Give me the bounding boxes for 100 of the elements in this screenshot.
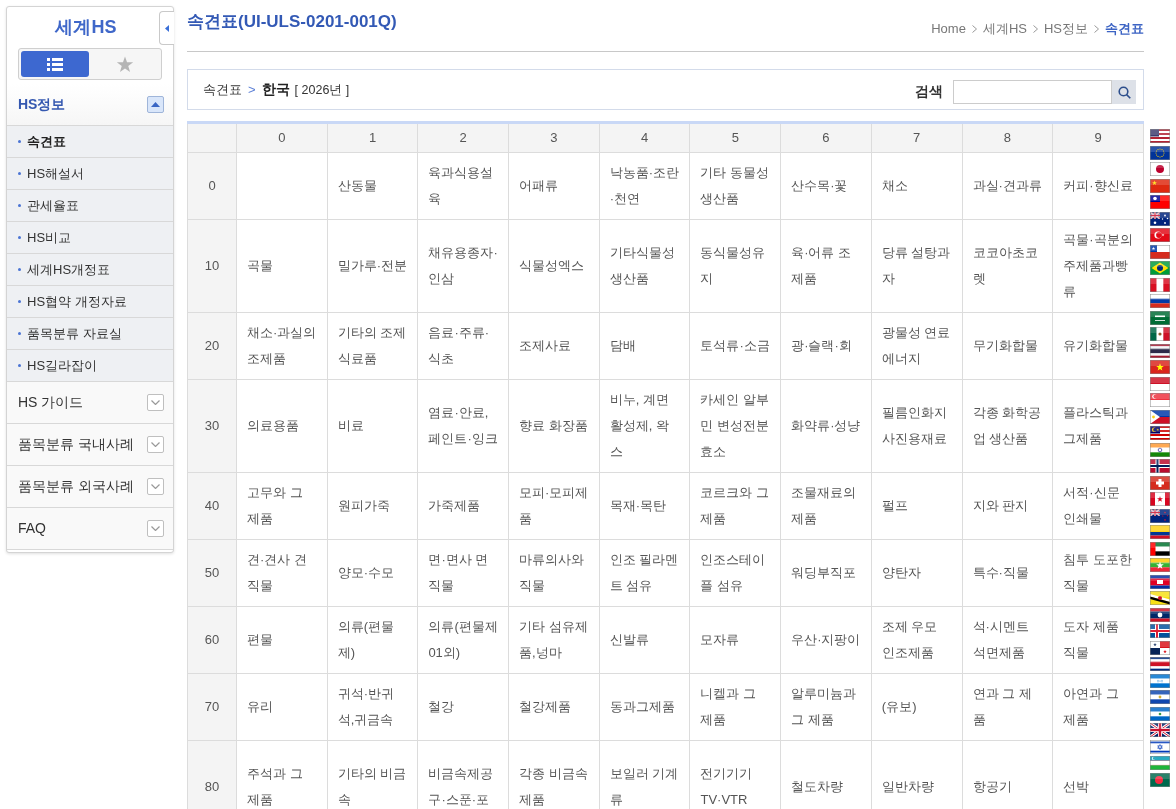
eu-flag-icon[interactable] <box>1150 145 1170 160</box>
menu-header[interactable]: HS정보 <box>7 84 173 126</box>
column-heading: 9 <box>1052 122 1144 153</box>
norway-flag-icon[interactable] <box>1150 459 1170 473</box>
peru-flag-icon[interactable] <box>1150 277 1170 292</box>
year-label: [ 2026년 ] <box>294 82 350 99</box>
toggle-button[interactable] <box>147 96 164 113</box>
column-heading: 0 <box>236 122 328 153</box>
united-kingdom-flag-icon[interactable] <box>1150 723 1170 737</box>
row-heading: 60 <box>187 606 237 674</box>
switzerland-flag-icon[interactable] <box>1150 475 1170 490</box>
usa-flag-icon[interactable] <box>1150 129 1170 143</box>
indonesia-flag-icon[interactable] <box>1150 376 1170 391</box>
el-salvador-flag-icon[interactable] <box>1150 690 1170 704</box>
chevron-down-icon <box>151 526 160 531</box>
taiwan-flag-icon[interactable] <box>1150 195 1170 209</box>
toggle-button[interactable] <box>147 394 164 411</box>
bullet-icon <box>18 140 21 143</box>
malaysia-flag-icon[interactable] <box>1150 426 1170 440</box>
brunei-flag-icon[interactable] <box>1150 591 1170 605</box>
toggle-button[interactable] <box>147 520 164 537</box>
toggle-button[interactable] <box>147 478 164 495</box>
column-heading: 4 <box>599 122 690 153</box>
thailand-flag-icon[interactable] <box>1150 343 1170 358</box>
canada-flag-icon[interactable] <box>1150 492 1170 506</box>
bullet-icon <box>18 332 21 335</box>
israel-flag-icon[interactable] <box>1150 739 1170 754</box>
cambodia-flag-icon[interactable] <box>1150 574 1170 589</box>
saudi-arabia-flag-icon[interactable] <box>1150 310 1170 325</box>
collapse-sidebar-button[interactable] <box>159 11 174 45</box>
page-title: 속견표(UI-ULS-0201-001Q) <box>187 11 397 33</box>
star-icon <box>116 55 134 73</box>
laos-flag-icon[interactable] <box>1150 607 1170 622</box>
row-heading: 80 <box>187 740 237 809</box>
submenu-link[interactable]: HS길라잡이 <box>7 350 173 382</box>
chevron-right-icon <box>1094 25 1099 33</box>
submenu-link[interactable]: 관세율표 <box>7 190 173 222</box>
bangladesh-flag-icon[interactable] <box>1150 772 1170 787</box>
row-heading: 40 <box>187 472 237 540</box>
column-heading: 1 <box>327 122 418 153</box>
bullet-icon <box>18 268 21 271</box>
japan-flag-icon[interactable] <box>1150 162 1170 176</box>
chile-flag-icon[interactable] <box>1150 244 1170 259</box>
india-flag-icon[interactable] <box>1150 442 1170 457</box>
search-field[interactable] <box>953 80 1112 104</box>
chevron-right-icon <box>1032 25 1038 33</box>
philippines-flag-icon[interactable] <box>1150 409 1170 424</box>
costa-rica-flag-icon[interactable] <box>1150 657 1170 671</box>
new-zealand-flag-icon[interactable] <box>1150 508 1170 523</box>
china-flag-icon[interactable] <box>1150 178 1170 193</box>
breadcrumb-link[interactable]: 속견표 <box>1105 19 1144 39</box>
row-heading: 30 <box>187 379 237 473</box>
bullet-icon <box>18 204 21 207</box>
sidebar-title: 세계HS <box>53 16 118 39</box>
brazil-flag-icon[interactable] <box>1150 261 1170 275</box>
row-heading: 20 <box>187 312 237 380</box>
table-corner-cell <box>187 122 237 153</box>
vietnam-flag-icon[interactable] <box>1150 360 1170 374</box>
row-heading: 70 <box>187 673 237 741</box>
submenu-link[interactable]: HS해설서 <box>7 158 173 190</box>
menu-header[interactable]: 품목분류 국내사례 <box>7 424 173 466</box>
uae-flag-icon[interactable] <box>1150 541 1170 556</box>
russia-flag-icon[interactable] <box>1150 294 1170 308</box>
nicaragua-flag-icon[interactable] <box>1150 706 1170 721</box>
bullet-icon <box>18 172 21 175</box>
singapore-flag-icon[interactable] <box>1150 393 1170 407</box>
submenu-link[interactable]: 속견표 <box>7 126 173 158</box>
submenu-link[interactable]: 품목분류 자료실 <box>7 318 173 350</box>
search-label: 검색 <box>915 82 943 101</box>
colombia-flag-icon[interactable] <box>1150 525 1170 539</box>
toggle-button[interactable] <box>147 436 164 453</box>
panama-flag-icon[interactable] <box>1150 640 1170 655</box>
breadcrumb-link[interactable]: 세계HS <box>982 19 1027 39</box>
menu-header[interactable]: 품목분류 외국사례 <box>7 466 173 508</box>
submenu-link[interactable]: HS비교 <box>7 222 173 254</box>
section-label: 속견표 <box>203 81 242 99</box>
honduras-flag-icon[interactable] <box>1150 673 1170 688</box>
caret-left-icon <box>165 24 169 32</box>
iceland-flag-icon[interactable] <box>1150 624 1170 638</box>
submenu-link[interactable]: 세계HS개정표 <box>7 254 173 286</box>
list-view-tab[interactable] <box>21 51 89 77</box>
turkey-flag-icon[interactable] <box>1150 228 1170 242</box>
list-icon <box>47 57 63 71</box>
bullet-icon <box>18 300 21 303</box>
myanmar-flag-icon[interactable] <box>1150 558 1170 572</box>
chevron-down-icon <box>151 484 160 489</box>
mexico-flag-icon[interactable] <box>1150 327 1170 341</box>
row-heading: 0 <box>187 152 237 220</box>
chevron-right-icon <box>971 25 977 33</box>
country-label: 한국 <box>261 80 290 99</box>
column-heading: 6 <box>780 122 872 153</box>
menu-header[interactable]: HS 가이드 <box>7 382 173 424</box>
australia-flag-icon[interactable] <box>1150 211 1170 226</box>
search-button[interactable] <box>1112 80 1136 104</box>
search-icon <box>1117 85 1131 99</box>
breadcrumb-link[interactable]: Home <box>931 19 966 39</box>
menu-header[interactable]: FAQ <box>7 508 173 550</box>
bullet-icon <box>18 236 21 239</box>
submenu-link[interactable]: HS협약 개정자료 <box>7 286 173 318</box>
breadcrumb-link[interactable]: HS정보 <box>1043 19 1088 39</box>
